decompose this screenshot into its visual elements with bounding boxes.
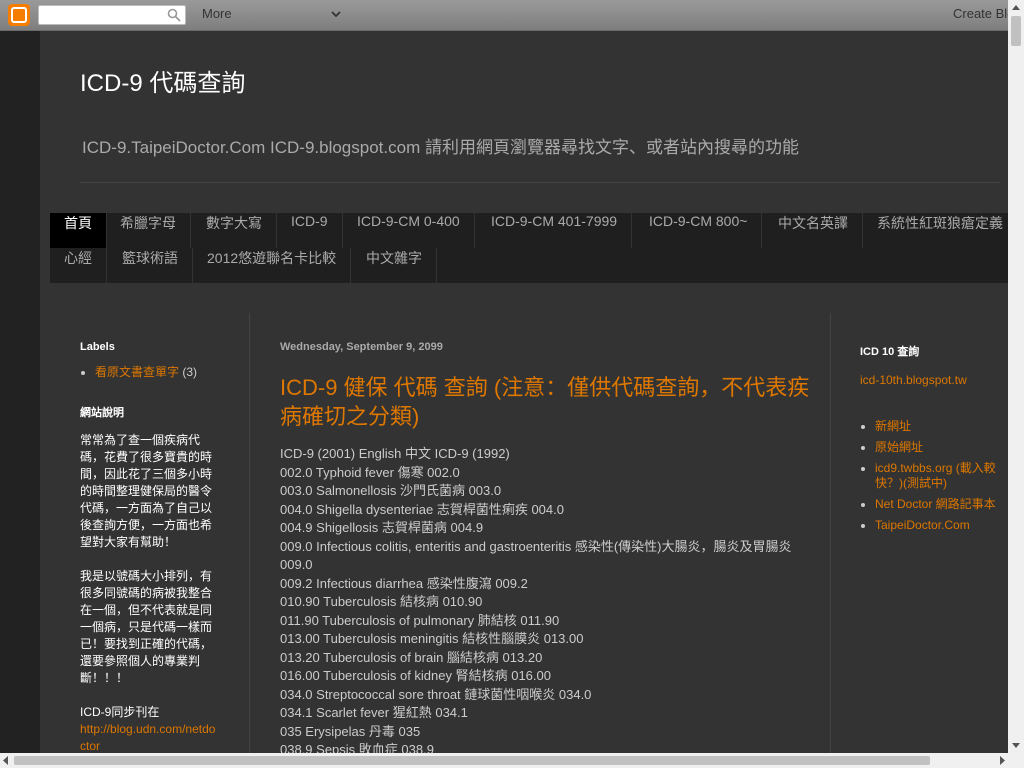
post-line: 013.20 Tuberculosis of brain 腦結核病 013.20 bbox=[280, 649, 543, 665]
tab-greek-letters[interactable]: 希臘字母 bbox=[106, 213, 191, 248]
blog-title[interactable]: ICD-9 代碼查詢 bbox=[80, 63, 245, 98]
post-line: 009.2 Infectious diarrhea 感染性腹瀉 009.2 bbox=[280, 575, 528, 591]
blogger-navbar: More Create Blog bbox=[0, 0, 1024, 31]
post-line: 010.90 Tuberculosis 結核病 010.90 bbox=[280, 594, 483, 609]
about-paragraph: 常常為了查一個疾病代碼，花費了很多寶貴的時間，因此花了三個多小時的時間整理健保局… bbox=[80, 433, 213, 549]
list-item: 看原文書查單字 (3) bbox=[95, 365, 220, 380]
icd10-link[interactable]: icd-10th.blogspot.tw bbox=[860, 373, 1005, 387]
tab-chinese-misc-chars[interactable]: 中文雜字 bbox=[352, 248, 437, 283]
about-paragraph: 我是以號碼大小排列，有很多同號碼的病被我整合在一個，但不代表就是同一個病，只是代… bbox=[80, 569, 213, 685]
blog-description: ICD-9.TaipeiDoctor.Com ICD-9.blogspot.co… bbox=[82, 138, 799, 157]
column-divider bbox=[830, 313, 831, 753]
tab-chinese-numerals[interactable]: 數字大寫 bbox=[192, 213, 277, 248]
vertical-scrollbar[interactable] bbox=[1008, 0, 1024, 768]
more-dropdown[interactable]: More bbox=[202, 6, 232, 21]
list-item: TaipeiDoctor.Com bbox=[875, 518, 1005, 533]
right-sidebar: ICD 10 查詢 icd-10th.blogspot.tw 新網址 原始網址 … bbox=[860, 343, 1005, 539]
post-title[interactable]: ICD-9 健保 代碼 查詢 (注意：僅供代碼查詢，不代表疾病確切之分類) bbox=[280, 373, 810, 431]
post-line: 013.00 Tuberculosis meningitis 結核性腦膜炎 01… bbox=[280, 631, 584, 646]
post-line: 016.00 Tuberculosis of kidney 腎結核病 016.0… bbox=[280, 668, 551, 683]
post-line: 034.1 Scarlet fever 猩紅熱 034.1 bbox=[280, 705, 468, 720]
post-date: Wednesday, September 9, 2099 bbox=[280, 341, 443, 353]
horizontal-scrollbar-thumb[interactable] bbox=[14, 756, 930, 765]
post-line: 011.90 Tuberculosis of pulmonary 肺結核 011… bbox=[280, 612, 560, 628]
tab-home[interactable]: 首頁 bbox=[50, 213, 107, 248]
scroll-down-arrow-icon[interactable] bbox=[1008, 737, 1024, 753]
icd10-widget-title: ICD 10 查詢 bbox=[860, 346, 920, 358]
main-post: Wednesday, September 9, 2099 ICD-9 健保 代碼… bbox=[280, 341, 810, 753]
about-widget-title: 網站說明 bbox=[80, 407, 124, 419]
tab-sle-definition[interactable]: 系統性紅斑狼瘡定義 bbox=[863, 213, 1008, 248]
search-icon[interactable] bbox=[167, 8, 181, 22]
chevron-down-icon[interactable] bbox=[330, 8, 342, 20]
post-line: 003.0 Salmonellosis 沙門氏菌病 003.0 bbox=[280, 483, 502, 498]
label-count: (3) bbox=[182, 365, 198, 379]
vertical-scrollbar-thumb[interactable] bbox=[1011, 16, 1021, 46]
post-line: 004.9 Shigellosis 志賀桿菌病 004.9 bbox=[280, 520, 484, 535]
post-line: 038.9 Sepsis 敗血症 038.9 bbox=[280, 742, 434, 753]
list-item: Net Doctor 網路記事本 bbox=[875, 497, 1005, 512]
left-sidebar: Labels 看原文書查單字 (3) 網站說明 常常為了查一個疾病代碼，花費了很… bbox=[80, 341, 220, 753]
header-divider bbox=[80, 182, 1000, 183]
blogger-logo-icon[interactable] bbox=[8, 4, 30, 26]
label-link[interactable]: 看原文書查單字 bbox=[95, 365, 179, 379]
post-line: 035 Erysipelas 丹毒 035 bbox=[280, 723, 421, 739]
post-line: 034.0 Streptococcal sore throat 鏈球菌性咽喉炎 … bbox=[280, 686, 592, 702]
page-tabs: 首頁 希臘字母 數字大寫 ICD-9 ICD-9-CM 0-400 ICD-9-… bbox=[50, 213, 1008, 283]
scroll-left-arrow-icon[interactable] bbox=[0, 753, 12, 768]
tab-chinese-english-names[interactable]: 中文名英譯 bbox=[764, 213, 863, 248]
post-line: ICD-9 (2001) English 中文 ICD-9 (1992) bbox=[280, 446, 510, 461]
blog-content: ICD-9 代碼查詢 ICD-9.TaipeiDoctor.Com ICD-9.… bbox=[40, 31, 1008, 753]
tab-basketball-terms[interactable]: 籃球術語 bbox=[108, 248, 193, 283]
sync-text: ICD-9同步刊在 bbox=[80, 705, 160, 719]
scroll-up-arrow-icon[interactable] bbox=[1008, 0, 1024, 16]
post-line: 009.0 Infectious colitis, enteritis and … bbox=[280, 538, 792, 554]
page-left-margin bbox=[0, 31, 40, 753]
link-icd9-twbbs[interactable]: icd9.twbbs.org (載入較快？)(測試中) bbox=[875, 461, 996, 490]
tab-icd9-cm-401-7999[interactable]: ICD-9-CM 401-7999 bbox=[477, 213, 633, 248]
labels-widget-title: Labels bbox=[80, 341, 115, 353]
search-input[interactable] bbox=[38, 5, 186, 25]
links-list: 新網址 原始網址 icd9.twbbs.org (載入較快？)(測試中) Net… bbox=[860, 419, 1005, 533]
tab-icd9[interactable]: ICD-9 bbox=[277, 213, 343, 248]
link-taipeidoctor[interactable]: TaipeiDoctor.Com bbox=[875, 518, 970, 532]
post-line: 002.0 Typhoid fever 傷寒 002.0 bbox=[280, 464, 460, 480]
tab-heart-sutra[interactable]: 心經 bbox=[50, 248, 107, 283]
post-line: 004.0 Shigella dysenteriae 志賀桿菌性痢疾 004.0 bbox=[280, 501, 564, 517]
list-item: 原始網址 bbox=[875, 440, 1005, 455]
link-net-doctor[interactable]: Net Doctor 網路記事本 bbox=[875, 497, 996, 511]
link-original-url[interactable]: 原始網址 bbox=[875, 440, 923, 454]
post-body: ICD-9 (2001) English 中文 ICD-9 (1992) 002… bbox=[280, 445, 810, 753]
list-item: icd9.twbbs.org (載入較快？)(測試中) bbox=[875, 461, 1005, 491]
list-item: 新網址 bbox=[875, 419, 1005, 434]
column-divider bbox=[249, 313, 250, 753]
post-line: 009.0 bbox=[280, 557, 313, 572]
tab-icd9-cm-0-400[interactable]: ICD-9-CM 0-400 bbox=[343, 213, 475, 248]
link-new-url[interactable]: 新網址 bbox=[875, 419, 911, 433]
tab-icd9-cm-800[interactable]: ICD-9-CM 800~ bbox=[635, 213, 763, 248]
scroll-right-arrow-icon[interactable] bbox=[996, 753, 1008, 768]
sync-link[interactable]: http://blog.udn.com/netdoctor bbox=[80, 721, 220, 753]
horizontal-scrollbar[interactable] bbox=[0, 753, 1024, 768]
labels-list: 看原文書查單字 (3) bbox=[80, 365, 220, 380]
tab-easycard-comparison[interactable]: 2012悠遊聯名卡比較 bbox=[193, 248, 352, 283]
